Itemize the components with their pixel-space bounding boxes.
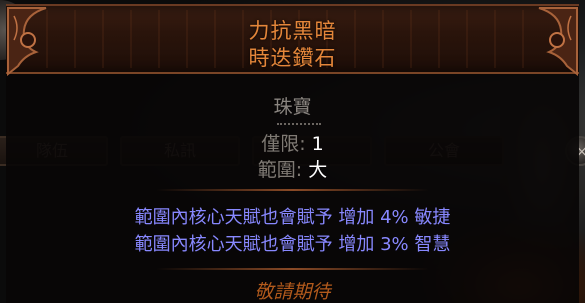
radius-label: 範圍:	[257, 159, 309, 181]
limit-property: 僅限: 1	[6, 129, 579, 156]
radius-value: 大	[308, 159, 328, 181]
item-tooltip: 力抗黑暗 時迭鑽石 珠寶 僅限: 1 範圍: 大 範圍內核心天賦也會賦予 增加 …	[6, 4, 579, 303]
limit-label: 僅限:	[261, 133, 312, 155]
explicit-mod: 範圍內核心天賦也會賦予 增加 4% 敏捷	[134, 207, 451, 228]
explicit-mod: 範圍內核心天賦也會賦予 增加 3% 智慧	[134, 234, 451, 255]
game-screen: 隊伍 私訊 公會 × 力抗黑暗 時迭鑽石 珠寶 僅限: 1	[0, 0, 585, 303]
tooltip-header: 力抗黑暗 時迭鑽石	[6, 4, 579, 76]
item-name: 力抗黑暗	[248, 19, 337, 43]
limit-value: 1	[311, 133, 324, 155]
separator	[156, 268, 429, 270]
separator	[156, 189, 429, 191]
item-class-underline	[277, 123, 321, 125]
radius-property: 範圍: 大	[6, 155, 579, 182]
item-class: 珠寶	[273, 96, 312, 118]
flavour-text: 敬請期待	[254, 281, 331, 303]
item-base-type: 時迭鑽石	[248, 46, 337, 70]
